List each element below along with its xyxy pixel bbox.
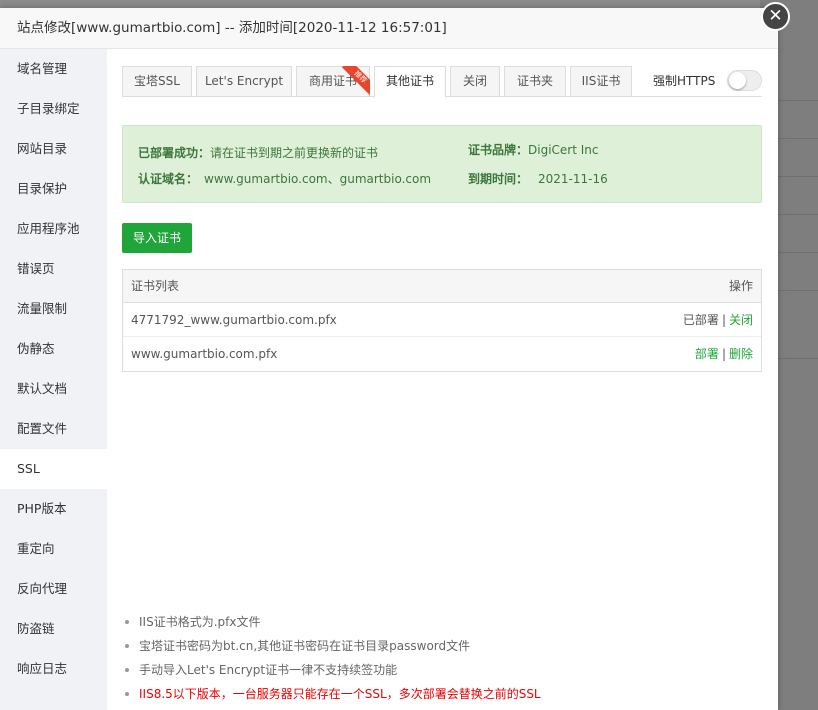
sidebar-item-app-pool[interactable]: 应用程序池 bbox=[0, 209, 107, 249]
sidebar-item-ssl[interactable]: SSL bbox=[0, 449, 107, 489]
recommend-badge: 推荐 bbox=[341, 66, 370, 96]
deploy-status-text: 请在证书到期之前更换新的证书 bbox=[210, 146, 379, 160]
tab-other-cert[interactable]: 其他证书 bbox=[374, 66, 446, 98]
cert-brand-value: DigiCert Inc bbox=[528, 143, 599, 157]
background-divider bbox=[778, 100, 818, 101]
deploy-cert-link[interactable]: 部署 bbox=[695, 347, 719, 361]
deployed-status: 已部署 bbox=[682, 313, 719, 327]
background-divider bbox=[778, 358, 818, 359]
sidebar-item-dir-protect[interactable]: 目录保护 bbox=[0, 169, 107, 209]
tab-close[interactable]: 关闭 bbox=[450, 66, 500, 97]
tab-bt-ssl[interactable]: 宝塔SSL bbox=[122, 66, 192, 97]
sidebar-item-redirect[interactable]: 重定向 bbox=[0, 529, 107, 569]
import-cert-button[interactable]: 导入证书 bbox=[122, 223, 192, 253]
tip-item: 手动导入Let's Encrypt证书一律不支持续签功能 bbox=[122, 658, 762, 682]
action-separator: | bbox=[721, 347, 726, 361]
sidebar-item-hotlink[interactable]: 防盗链 bbox=[0, 609, 107, 649]
ssl-panel: 宝塔SSL Let's Encrypt 商用证书 推荐 其他证书 关闭 证书夹 … bbox=[107, 49, 778, 710]
sidebar-item-traffic-limit[interactable]: 流量限制 bbox=[0, 289, 107, 329]
force-https-toggle[interactable] bbox=[727, 70, 762, 91]
tab-iis-cert[interactable]: IIS证书 bbox=[570, 66, 632, 97]
sidebar-item-site-dir[interactable]: 网站目录 bbox=[0, 129, 107, 169]
column-cert-list: 证书列表 bbox=[131, 279, 180, 293]
sidebar-item-php-version[interactable]: PHP版本 bbox=[0, 489, 107, 529]
delete-cert-link[interactable]: 删除 bbox=[729, 347, 753, 361]
table-row: 4771792_www.gumartbio.com.pfx 已部署 | 关闭 bbox=[123, 303, 761, 337]
background-divider bbox=[778, 290, 818, 291]
close-cert-link[interactable]: 关闭 bbox=[729, 313, 753, 327]
toggle-knob bbox=[729, 72, 746, 89]
background-divider bbox=[778, 138, 818, 139]
cert-brand-label: 证书品牌： bbox=[468, 143, 529, 157]
sidebar-item-domain[interactable]: 域名管理 bbox=[0, 49, 107, 89]
cert-domain-value: www.gumartbio.com、gumartbio.com bbox=[204, 172, 432, 186]
cert-file-name: www.gumartbio.com.pfx bbox=[131, 347, 278, 361]
tab-commercial-cert[interactable]: 商用证书 推荐 bbox=[296, 66, 370, 97]
action-separator: | bbox=[721, 313, 726, 327]
dialog-title: 站点修改[www.gumartbio.com] -- 添加时间[2020-11-… bbox=[0, 8, 778, 49]
column-operation: 操作 bbox=[728, 279, 753, 293]
sidebar-item-reverse-proxy[interactable]: 反向代理 bbox=[0, 569, 107, 609]
background-divider bbox=[778, 176, 818, 177]
tab-cert-folder[interactable]: 证书夹 bbox=[504, 66, 566, 97]
row-actions: 已部署 | 关闭 bbox=[683, 303, 753, 337]
tip-warning: IIS8.5以下版本，一台服务器只能存在一个SSL，多次部署会替换之前的SSL bbox=[122, 682, 762, 706]
recommend-ribbon: 推荐 bbox=[340, 66, 370, 96]
sidebar-item-rewrite[interactable]: 伪静态 bbox=[0, 329, 107, 369]
deploy-status-label: 已部署成功： bbox=[138, 146, 211, 160]
cert-file-name: 4771792_www.gumartbio.com.pfx bbox=[131, 313, 337, 327]
cert-status-box: 已部署成功：请在证书到期之前更换新的证书 认证域名： www.gumartbio.… bbox=[122, 125, 762, 203]
site-edit-dialog: ✕ 站点修改[www.gumartbio.com] -- 添加时间[2020-1… bbox=[0, 2, 790, 710]
cert-expire-value: 2021-11-16 bbox=[538, 172, 608, 186]
cert-list-table: 证书列表 操作 4771792_www.gumartbio.com.pfx 已部… bbox=[122, 269, 762, 372]
tips-list: IIS证书格式为.pfx文件 宝塔证书密码为bt.cn,其他证书密码在证书目录p… bbox=[122, 610, 762, 706]
close-icon[interactable]: ✕ bbox=[761, 2, 790, 31]
sidebar-item-default-doc[interactable]: 默认文档 bbox=[0, 369, 107, 409]
sidebar-item-error-page[interactable]: 错误页 bbox=[0, 249, 107, 289]
tab-lets-encrypt[interactable]: Let's Encrypt bbox=[196, 66, 292, 97]
force-https-label: 强制HTTPS bbox=[653, 74, 716, 88]
background-divider bbox=[778, 214, 818, 215]
tip-item: 宝塔证书密码为bt.cn,其他证书密码在证书目录password文件 bbox=[122, 634, 762, 658]
tip-item: IIS证书格式为.pfx文件 bbox=[122, 610, 762, 634]
row-actions: 部署 | 删除 bbox=[695, 337, 753, 371]
sidebar: 域名管理 子目录绑定 网站目录 目录保护 应用程序池 错误页 流量限制 伪静态 … bbox=[0, 49, 107, 710]
table-row: www.gumartbio.com.pfx 部署 | 删除 bbox=[123, 337, 761, 371]
table-header: 证书列表 操作 bbox=[123, 270, 761, 303]
cert-domain-label: 认证域名： bbox=[138, 172, 199, 186]
cert-expire-label: 到期时间： bbox=[468, 172, 529, 186]
background-divider bbox=[778, 252, 818, 253]
sidebar-item-response-log[interactable]: 响应日志 bbox=[0, 649, 107, 689]
sidebar-item-subdir-binding[interactable]: 子目录绑定 bbox=[0, 89, 107, 129]
sidebar-item-config-file[interactable]: 配置文件 bbox=[0, 409, 107, 449]
